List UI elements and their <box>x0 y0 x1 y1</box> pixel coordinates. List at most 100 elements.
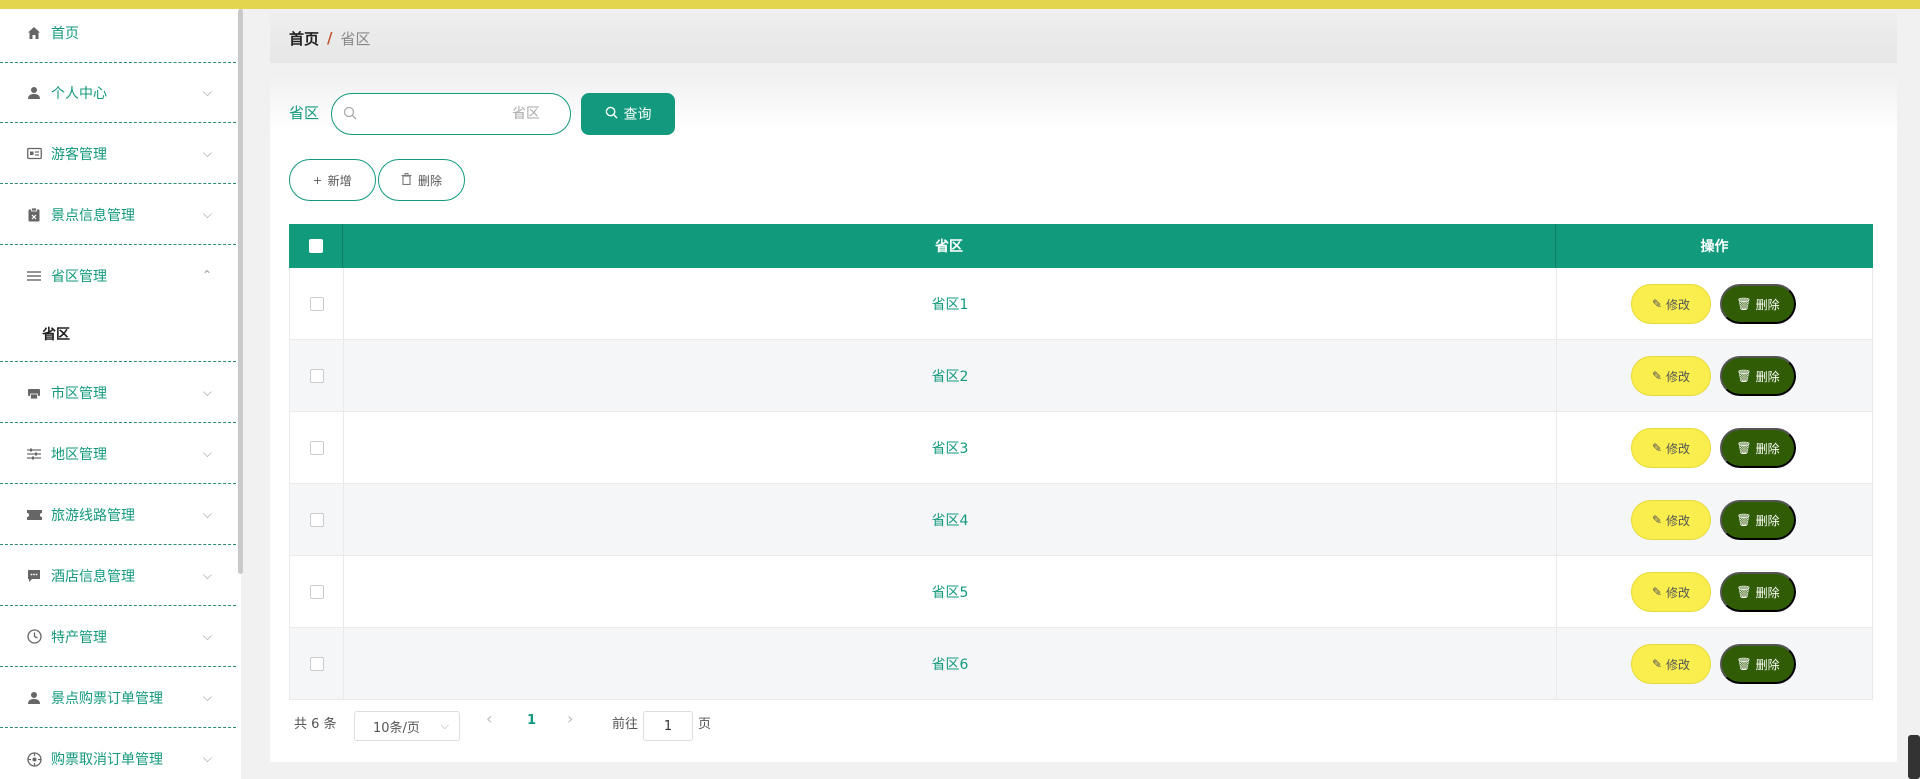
delete-button[interactable]: 🗑︎ 删除 <box>1720 356 1796 396</box>
add-button-label: 新增 <box>327 173 352 188</box>
id-card-icon <box>26 146 42 162</box>
sidebar-item-label: 个人中心 <box>51 85 107 102</box>
row-checkbox[interactable] <box>290 556 344 627</box>
search-input[interactable] <box>332 94 570 134</box>
sidebar: 首页 个人中心 ⌵ 游客管理 ⌵ 景点信息管理 ⌵ 省区管理 ⌃ 省区 市区管理… <box>0 9 241 779</box>
sidebar-item-label: 旅游线路管理 <box>51 507 135 524</box>
delete-button[interactable]: 🗑︎ 删除 <box>1720 572 1796 612</box>
chevron-down-icon: ⌵ <box>202 629 212 643</box>
user-icon <box>26 85 42 101</box>
next-page-button[interactable]: › <box>567 709 573 728</box>
edit-button[interactable]: ✎ 修改 <box>1631 644 1711 684</box>
sidebar-item-label: 市区管理 <box>51 385 107 402</box>
pagination-total: 共 6 条 <box>294 717 337 732</box>
table-row: 省区6 ✎ 修改 🗑︎ 删除 <box>289 628 1873 700</box>
chat-icon <box>26 568 42 584</box>
breadcrumb-home[interactable]: 首页 <box>289 28 319 49</box>
sidebar-item-hotel[interactable]: 酒店信息管理 ⌵ <box>0 546 236 606</box>
sliders-icon <box>26 446 42 462</box>
sidebar-item-home[interactable]: 首页 <box>0 9 236 63</box>
edit-button[interactable]: ✎ 修改 <box>1631 428 1711 468</box>
page-suffix-label: 页 <box>698 717 712 732</box>
row-checkbox[interactable] <box>290 412 344 483</box>
sidebar-item-cancel-order[interactable]: 购票取消订单管理 ⌵ <box>0 729 236 779</box>
table-header: 省区 操作 <box>289 224 1873 268</box>
table-row: 省区1 ✎ 修改 🗑︎ 删除 <box>289 268 1873 340</box>
chevron-down-icon: ⌵ <box>202 568 212 582</box>
delete-button[interactable]: 🗑︎ 删除 <box>1720 500 1796 540</box>
chevron-down-icon: ⌵ <box>202 507 212 521</box>
edit-icon: ✎ <box>1651 369 1663 383</box>
edit-button[interactable]: ✎ 修改 <box>1631 500 1711 540</box>
edit-icon: ✎ <box>1651 441 1663 455</box>
page-scrollbar[interactable] <box>1908 735 1920 779</box>
sidebar-item-visitor[interactable]: 游客管理 ⌵ <box>0 124 236 184</box>
chevron-down-icon: ⌵ <box>440 719 449 732</box>
chevron-down-icon: ⌵ <box>202 85 212 99</box>
sidebar-item-province[interactable]: 省区管理 ⌃ <box>0 246 236 306</box>
cell-province: 省区6 <box>344 628 1557 699</box>
sidebar-item-ticket-order[interactable]: 景点购票订单管理 ⌵ <box>0 668 236 728</box>
goto-label: 前往 <box>612 717 639 732</box>
printer-icon <box>26 385 42 401</box>
trash-icon: 🗑︎ <box>1736 657 1752 671</box>
chevron-down-icon: ⌵ <box>202 207 212 221</box>
search-icon <box>605 106 618 122</box>
sidebar-item-label: 省区管理 <box>51 269 107 285</box>
search-field[interactable] <box>331 93 571 135</box>
sidebar-subitem-label: 省区 <box>42 326 70 343</box>
sidebar-scrollbar[interactable] <box>238 9 243 574</box>
sidebar-item-specialty[interactable]: 特产管理 ⌵ <box>0 607 236 667</box>
trash-icon: 🗑︎ <box>1736 441 1752 455</box>
row-checkbox[interactable] <box>290 628 344 699</box>
search-label: 省区 <box>289 104 320 122</box>
sidebar-item-label: 购票取消订单管理 <box>51 752 163 768</box>
chevron-down-icon: ⌵ <box>202 751 212 765</box>
delete-button[interactable]: 🗑︎ 删除 <box>1720 428 1796 468</box>
chevron-down-icon: ⌵ <box>202 690 212 704</box>
row-checkbox[interactable] <box>290 268 344 339</box>
delete-button[interactable]: 🗑︎ 删除 <box>1720 284 1796 324</box>
page-size-select[interactable]: 10条/页 ⌵ <box>354 711 460 741</box>
plus-icon: + <box>313 172 322 188</box>
row-checkbox[interactable] <box>290 340 344 411</box>
delete-button[interactable]: 🗑︎ 删除 <box>1720 644 1796 684</box>
chevron-up-icon: ⌃ <box>201 268 212 282</box>
trash-icon: 🗑︎ <box>1736 585 1752 599</box>
table-row: 省区4 ✎ 修改 🗑︎ 删除 <box>289 484 1873 556</box>
compass-icon <box>26 751 42 767</box>
batch-delete-button[interactable]: 删除 <box>378 159 465 201</box>
breadcrumb-separator: / <box>327 29 333 47</box>
batch-delete-label: 删除 <box>417 173 442 188</box>
clipboard-icon <box>26 207 42 223</box>
edit-button[interactable]: ✎ 修改 <box>1631 356 1711 396</box>
page-number-current[interactable]: 1 <box>527 713 536 728</box>
edit-button[interactable]: ✎ 修改 <box>1631 572 1711 612</box>
sidebar-item-label: 景点购票订单管理 <box>51 690 163 707</box>
edit-button[interactable]: ✎ 修改 <box>1631 284 1711 324</box>
add-button[interactable]: + 新增 <box>289 159 376 201</box>
table-row: 省区5 ✎ 修改 🗑︎ 删除 <box>289 556 1873 628</box>
sidebar-item-scenic-info[interactable]: 景点信息管理 ⌵ <box>0 185 236 245</box>
clock-icon <box>26 629 42 645</box>
trash-icon: 🗑︎ <box>1736 297 1752 311</box>
sidebar-item-travel-route[interactable]: 旅游线路管理 ⌵ <box>0 485 236 545</box>
row-checkbox[interactable] <box>290 484 344 555</box>
sidebar-item-label: 地区管理 <box>51 446 107 463</box>
trash-icon <box>401 172 412 188</box>
select-all-checkbox[interactable] <box>289 224 343 268</box>
query-button-label: 查询 <box>623 106 652 122</box>
sidebar-item-city[interactable]: 市区管理 ⌵ <box>0 363 236 423</box>
query-button[interactable]: 查询 <box>581 93 675 135</box>
goto-page-input[interactable] <box>643 711 693 741</box>
edit-icon: ✎ <box>1651 585 1663 599</box>
trash-icon: 🗑︎ <box>1736 369 1752 383</box>
prev-page-button[interactable]: ‹ <box>486 709 492 728</box>
trash-icon: 🗑︎ <box>1736 513 1752 527</box>
sidebar-subitem-province[interactable]: 省区 <box>0 306 236 362</box>
column-header-operation: 操作 <box>1700 239 1729 255</box>
chevron-down-icon: ⌵ <box>202 146 212 160</box>
sidebar-item-district[interactable]: 地区管理 ⌵ <box>0 424 236 484</box>
cell-province: 省区4 <box>344 484 1557 555</box>
sidebar-item-personal-center[interactable]: 个人中心 ⌵ <box>0 63 236 123</box>
